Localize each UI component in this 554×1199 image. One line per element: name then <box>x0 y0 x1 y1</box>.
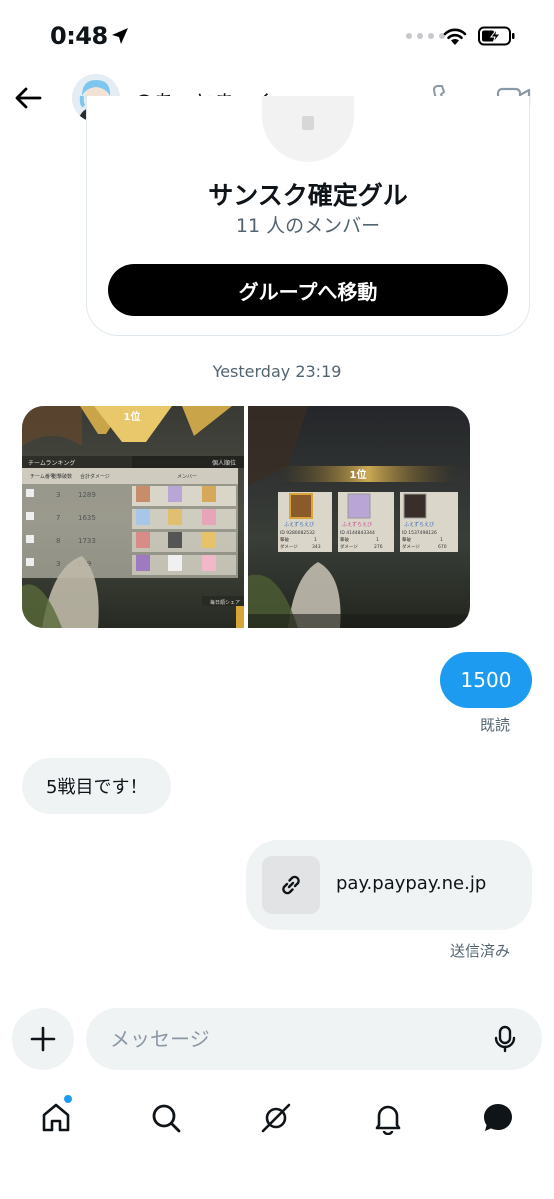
search-icon <box>152 1104 181 1133</box>
sent-status: 送信済み <box>449 942 510 960</box>
tab-individual-ranking: 個人順位 <box>212 459 236 467</box>
player2-id: ID 4144843344 <box>340 530 375 536</box>
wifi-icon <box>443 28 467 45</box>
player3-id: ID 1537498126 <box>402 530 437 536</box>
player1-hits: 1 <box>314 537 317 543</box>
notifications-icon <box>375 1105 401 1135</box>
nav-notifications[interactable] <box>366 1096 410 1140</box>
nav-search[interactable] <box>144 1096 188 1140</box>
group-member-count: 11 人のメンバー <box>235 215 381 237</box>
ranking-screenshot-image[interactable]: 1位 チームランキング 個人順位 チーム番号 総撃破数 合計ダメージ メンバー … <box>22 406 244 628</box>
microphone-icon[interactable] <box>490 1024 520 1054</box>
link-icon <box>282 875 300 895</box>
back-arrow-icon[interactable] <box>12 82 44 114</box>
add-attachment-button[interactable] <box>12 1008 74 1070</box>
player2-damage: 276 <box>374 544 383 550</box>
status-bar: 0:48 <box>0 0 554 72</box>
bottom-navigation <box>0 1090 554 1150</box>
row3-hits: 8 <box>56 537 60 545</box>
nav-messages[interactable] <box>476 1096 520 1140</box>
link-domain: pay.paypay.ne.jp <box>336 873 487 894</box>
player2-damage-label: ダメージ <box>340 543 358 550</box>
read-status: 既読 <box>479 716 510 734</box>
home-icon <box>42 1103 70 1132</box>
row3-damage: 1733 <box>78 537 96 545</box>
row1-damage: 1289 <box>78 491 96 499</box>
rank-label-right: 1位 <box>350 468 367 481</box>
player1-name: ふえずらえび <box>284 521 314 528</box>
messages-icon <box>484 1104 512 1131</box>
row1-hits: 3 <box>56 491 60 499</box>
player3-name: ふえずらえび <box>404 521 434 528</box>
cellular-signal-icon <box>406 33 445 39</box>
player-cards: ふえずらえび ふえずらえび ふえずらえび ID 9280082532 ID 41… <box>278 492 458 552</box>
player2-name: ふえずらえび <box>342 521 372 528</box>
location-arrow-icon <box>112 28 128 44</box>
player3-damage: 670 <box>438 544 447 550</box>
player3-damage-label: ダメージ <box>402 543 420 550</box>
individual-ranking-screenshot-image[interactable]: 1位 ふえずらえび ふえずらえび ふえずらえび ID 9280082532 ID… <box>248 406 470 628</box>
col-total-hits: 総撃破数 <box>52 473 72 480</box>
row2-hits: 7 <box>56 514 60 522</box>
group-name: サンスク確定グル <box>208 181 408 210</box>
daily-share-label: 毎日順シェア <box>210 599 240 606</box>
link-preview-bubble[interactable]: pay.paypay.ne.jp <box>246 840 532 930</box>
tab-team-ranking: チームランキング <box>28 459 75 467</box>
received-message-bubble[interactable]: 5戦目です！ <box>22 758 172 814</box>
plus-icon <box>30 1026 56 1052</box>
player1-id: ID 9280082532 <box>280 530 315 536</box>
col-total-damage: 合計ダメージ <box>80 473 110 480</box>
message-input[interactable] <box>86 1008 542 1070</box>
col-members: メンバー <box>177 474 197 480</box>
player1-damage-label: ダメージ <box>280 543 298 550</box>
notification-dot <box>63 1094 73 1104</box>
nav-grok[interactable] <box>254 1096 298 1140</box>
status-time: 0:48 <box>50 22 108 50</box>
link-thumbnail <box>262 856 320 914</box>
message-timestamp: Yesterday 23:19 <box>212 362 342 381</box>
sent-message-bubble[interactable]: 1500 <box>440 652 532 708</box>
rank-label-left: 1位 <box>124 410 141 423</box>
player1-damage: 343 <box>312 544 321 550</box>
grok-icon <box>261 1103 291 1133</box>
row2-damage: 1635 <box>78 514 96 522</box>
player3-hits: 1 <box>440 537 443 543</box>
player3-hits-label: 撃破 <box>402 536 411 543</box>
player2-hits: 1 <box>376 537 379 543</box>
go-to-group-button[interactable]: グループへ移動 <box>108 264 508 316</box>
battery-charging-icon <box>478 26 515 46</box>
player1-hits-label: 撃破 <box>280 536 289 543</box>
row4-hits: 3 <box>56 560 60 568</box>
player2-hits-label: 撃破 <box>340 536 349 543</box>
